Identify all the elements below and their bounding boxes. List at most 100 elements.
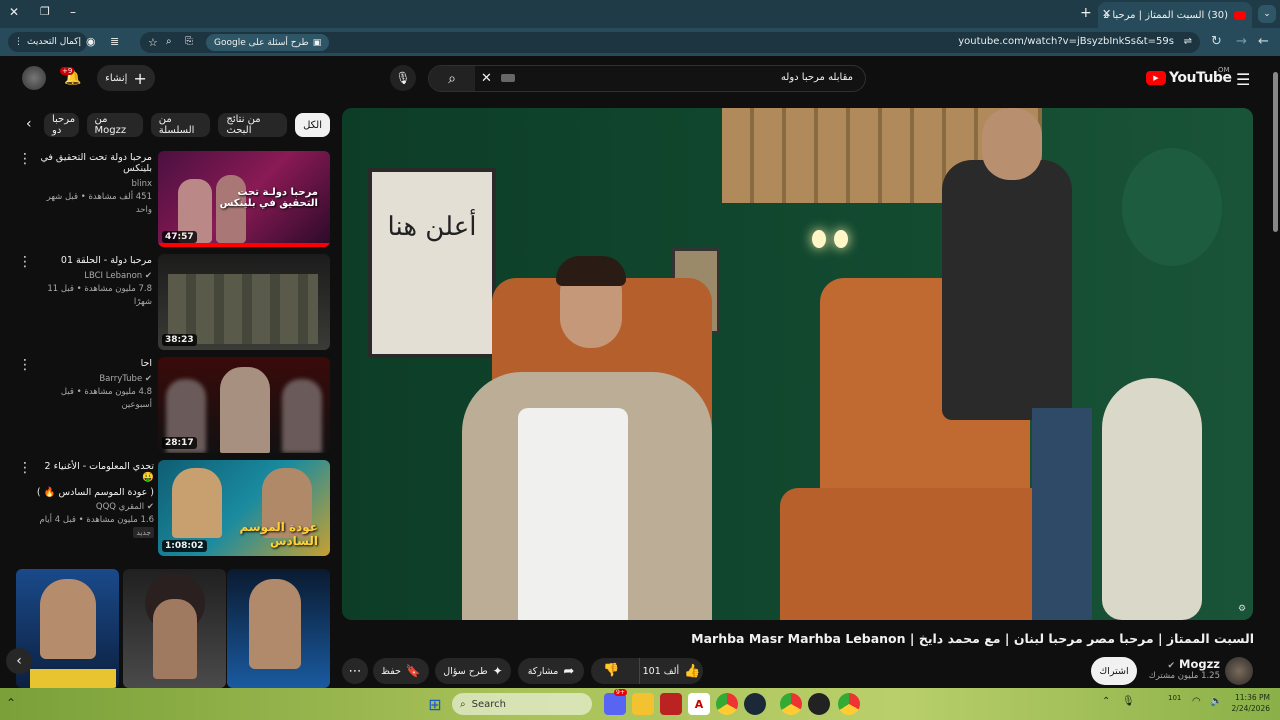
chip-search-results[interactable]: من نتائج البحث [218,113,288,137]
bookmark-star-icon[interactable]: ☆ [148,36,158,49]
tab-list-icon[interactable]: ⌄ [1258,5,1276,23]
chips-prev-icon[interactable]: ‹ [26,116,32,132]
channel-info[interactable]: Mogzz ✔ 1.25 مليون مشترك [1140,657,1220,681]
channel-row: ✔ LBCI Lebanon [34,270,152,283]
minimize-icon[interactable]: – [70,5,76,19]
video-player[interactable]: أعلن هنا ⚙ [342,108,1253,620]
forward-icon[interactable]: → [1236,34,1247,49]
url-text[interactable]: youtube.com/watch?v=jBsyzbInkSs&t=59s [958,36,1174,47]
duration-badge: 1:08:02 [162,540,207,552]
more-actions-icon[interactable]: ⋮ [18,254,32,270]
back-icon[interactable]: ← [1258,34,1269,49]
chrome-profile-icon[interactable] [838,693,860,715]
windows-start-icon[interactable]: ⊞ [424,693,446,715]
reading-list-icon[interactable]: ≣ [110,35,119,48]
tab-close-icon[interactable]: ✕ [1102,7,1111,20]
person-shirt [518,408,628,620]
video-thumbnail[interactable]: عودة الموسم السادس 1:08:02 [158,460,330,556]
steam-icon[interactable] [744,693,766,715]
acrobat-icon[interactable]: A [688,693,710,715]
app-icon[interactable] [808,693,830,715]
chrome-icon[interactable] [716,693,738,715]
channel-row: ✔ المقري QQQ [30,501,154,514]
channel-avatar[interactable] [1225,657,1253,685]
ask-button[interactable]: طرح سؤال ✦ [435,658,511,684]
clock[interactable]: 11:36 PM 2/24/2026 [1226,692,1270,714]
like-dislike-group: 101 ألف 👍 👎 [591,658,703,684]
more-icon: ⋮ [14,37,23,47]
tray-chevron-icon[interactable]: ⌃ [1102,696,1110,707]
verified-icon: ✔ [142,271,152,281]
sparkle-icon: ✦ [492,664,503,678]
create-button[interactable]: إنشاء + [97,65,155,91]
video-thumbnail[interactable]: مرحبا دولـة تحت التحقيق في بلينكس 47:57 [158,151,330,247]
youtube-logo-icon: ▶ [1146,71,1166,85]
list-item[interactable]: مرحبا دولة - الحلقة 01 ✔ LBCI Lebanon 7.… [34,255,152,309]
video-main-title: السبت الممتاز | مرحبا مصر مرحبا لبنان | … [691,631,1254,646]
player-settings-icon[interactable]: ⚙ [1238,604,1246,614]
list-item[interactable]: احا ✔ BarryTube 4.8 مليون مشاهدة • قبل أ… [34,358,152,412]
window-close-icon[interactable]: ✕ [9,5,19,19]
file-explorer-icon[interactable] [632,693,654,715]
site-settings-icon[interactable]: ⇌ [1184,36,1192,47]
avatar[interactable] [22,66,46,90]
reload-icon[interactable]: ↻ [1211,34,1222,49]
shorts-prev-icon[interactable]: ‹ [6,648,32,674]
clear-search-icon[interactable]: ✕ [481,71,492,86]
wall-poster: أعلن هنا [368,168,496,358]
url-box[interactable]: ☆ ⌕ ⎘ ▣ طرح أسئلة على Google youtube.com… [140,32,1200,53]
thumbnail-title: عودة الموسم السادس [239,520,318,548]
chip-series[interactable]: من السلسلة [150,113,211,137]
mic-tray-icon[interactable]: 🎙 [1122,696,1135,707]
more-actions-icon[interactable]: ⋮ [18,357,32,373]
save-button[interactable]: حفظ 🔖 [373,658,429,684]
region-code: OM [1218,66,1230,74]
microphone-icon[interactable]: 🎙 [390,65,416,91]
update-button[interactable]: ⋮ إكمال التحديث [8,32,87,52]
verified-icon: ✔ [1167,661,1176,671]
more-actions-icon[interactable]: ⋮ [18,151,32,167]
wifi-icon[interactable]: ◠ [1192,696,1201,707]
search-input[interactable]: مقابله مرحبا دوله [781,72,853,83]
install-app-icon[interactable]: ⎘ [185,36,193,47]
scrollbar[interactable] [1270,58,1280,688]
chrome-profile-icon[interactable] [780,693,802,715]
thumbs-down-icon[interactable]: 👎 [603,663,619,678]
scrollbar-thumb[interactable] [1272,72,1278,232]
widgets-icon[interactable]: ⌃ [6,696,16,710]
restore-icon[interactable]: ❐ [40,5,50,18]
video-thumbnail[interactable]: 28:17 [158,357,330,453]
ask-google-chip[interactable]: ▣ طرح أسئلة على Google [206,34,330,51]
chip-from-channel[interactable]: من Mogzz [86,113,143,137]
app-icon[interactable] [660,693,682,715]
lens-icon[interactable]: ⌕ [166,36,172,47]
share-icon: ➦ [563,663,575,679]
share-button[interactable]: مشاركة ➦ [518,658,584,684]
shorts-thumbnail[interactable] [227,569,330,688]
share-label: مشاركة [527,665,559,677]
chip-all[interactable]: الكل [295,113,330,137]
search-icon[interactable]: ⌕ [429,66,475,91]
video-thumbnail[interactable]: 38:23 [158,254,330,350]
subscribe-button[interactable]: اشتراك [1091,657,1137,685]
shorts-thumbnail[interactable] [123,569,226,688]
more-actions-icon[interactable]: ⋯ [342,658,368,684]
list-item[interactable]: مرحبا دولة تحت التحقيق في بلينكس blinx 4… [34,152,152,217]
tab-active[interactable]: (30) السبت الممتاز | مرحبا مصر م [1098,2,1252,28]
like-count: 101 ألف [642,665,680,677]
menu-icon[interactable]: ☰ [1236,70,1250,89]
taskbar-search[interactable]: ⌕ Search [452,693,592,715]
keyboard-icon[interactable] [501,74,515,82]
volume-icon[interactable]: 🔈 [1210,696,1222,707]
profile-icon[interactable]: ◉ [86,35,96,48]
discord-icon[interactable] [604,693,626,715]
new-tab-icon[interactable]: + [1080,5,1092,21]
wall-poster-text: أعلن هنا [387,212,477,242]
shorts-thumbnail[interactable] [16,569,119,688]
list-item[interactable]: تحدي المعلومات - الأغنياء 2 🤑 ( عودة الم… [30,461,154,538]
like-button[interactable]: 101 ألف 👍 [639,658,703,684]
search-box[interactable]: ⌕ ✕ مقابله مرحبا دوله [428,65,866,92]
video-meta: 4.8 مليون مشاهدة • قبل أسبوعين [60,387,152,410]
chip-marhaba[interactable]: مرحبا دو [43,113,79,137]
more-actions-icon[interactable]: ⋮ [18,460,32,476]
